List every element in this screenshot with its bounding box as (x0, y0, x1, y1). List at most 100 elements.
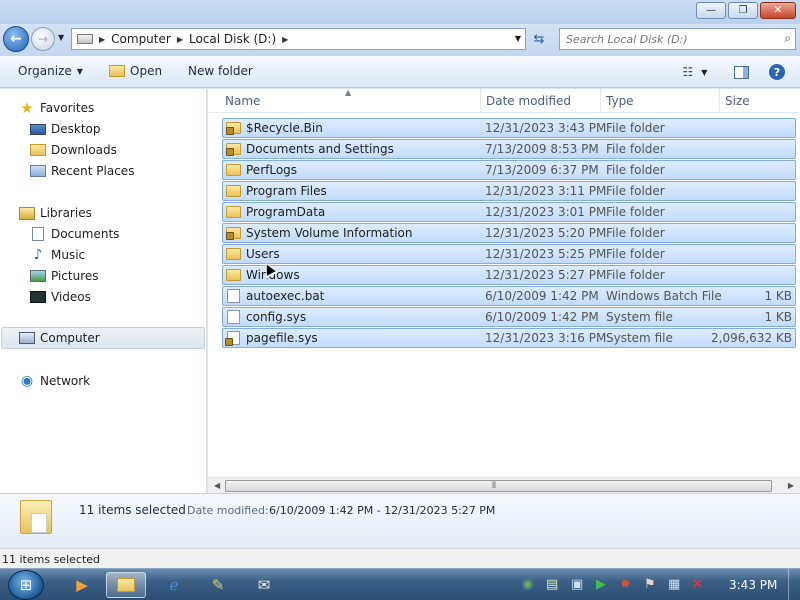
address-row: ← → ▼ ▶ Computer ▶ Local Disk (D:) ▶ ▼ ⇆… (0, 24, 800, 56)
network-tray-icon[interactable]: ◉ (522, 577, 533, 592)
address-bar[interactable]: ▶ Computer ▶ Local Disk (D:) ▶ ▼ (71, 28, 526, 50)
column-name[interactable]: Name (225, 94, 260, 108)
display-tray-icon[interactable]: ▣ (571, 577, 583, 592)
libraries-icon (19, 206, 35, 220)
network-icon: ◉ (20, 373, 34, 389)
flag-tray-icon[interactable]: ⚑ (644, 577, 656, 592)
preview-pane-button[interactable] (731, 62, 751, 82)
windows-logo-icon: ⊞ (19, 576, 33, 594)
recent-pages-chevron-icon[interactable]: ▼ (58, 33, 64, 42)
column-divider[interactable] (600, 89, 601, 113)
file-row[interactable]: config.sys 6/10/2009 1:42 PM System file 1 … (222, 307, 796, 327)
file-row[interactable]: Program Files 12/31/2023 3:11 PM File fold… (222, 181, 796, 201)
sidebar-item-desktop[interactable]: Desktop (30, 120, 101, 138)
sidebar-item-recent-places[interactable]: Recent Places (30, 162, 134, 180)
file-row[interactable]: PerfLogs 7/13/2009 6:37 PM File folder (222, 160, 796, 180)
show-desktop-button[interactable] (788, 569, 800, 600)
open-label: Open (130, 64, 163, 78)
sort-ascending-icon: ▲ (345, 88, 352, 97)
column-type[interactable]: Type (606, 94, 634, 108)
sidebar-libraries[interactable]: Libraries (19, 204, 92, 222)
star-icon: ★ (20, 99, 34, 117)
change-view-button[interactable]: ☷ ▼ (676, 62, 714, 82)
file-icon (227, 310, 240, 324)
play-tray-icon[interactable]: ▶ (596, 577, 606, 592)
refresh-icon[interactable]: ⇆ (528, 28, 550, 50)
sidebar-item-computer[interactable]: Computer (19, 329, 100, 347)
paint-taskbar-icon[interactable]: ✎ (198, 572, 238, 598)
sidebar-item-videos[interactable]: Videos (30, 288, 91, 306)
file-row[interactable]: Users 12/31/2023 5:25 PM File folder (222, 244, 796, 264)
file-row[interactable]: pagefile.sys 12/31/2023 3:16 PM System fil… (222, 328, 796, 348)
utility-taskbar-icon[interactable]: ✉ (244, 572, 284, 598)
sidebar-item-network[interactable]: ◉ Network (19, 372, 90, 390)
breadcrumb-chevron-icon[interactable]: ▶ (177, 35, 183, 44)
scroll-thumb[interactable]: ⦀ (225, 480, 772, 492)
file-row[interactable]: Documents and Settings 7/13/2009 8:53 PM F… (222, 139, 796, 159)
taskbar: ⊞ ▶ ℯ ✎ ✉ ◉ ▤ ▣ ▶ ✹ ⚑ ▦ ✕ 3:43 PM (0, 568, 800, 600)
title-bar: — ❐ ✕ (0, 0, 800, 24)
search-input[interactable] (566, 29, 771, 49)
start-button[interactable]: ⊞ (8, 570, 44, 600)
breadcrumb-computer[interactable]: Computer (111, 32, 171, 46)
forward-button[interactable]: → (31, 27, 55, 51)
media-player-taskbar-icon[interactable]: ▶ (62, 572, 102, 598)
file-name: System Volume Information (246, 226, 413, 240)
volume-muted-tray-icon[interactable]: ✕ (692, 577, 703, 592)
file-row[interactable]: System Volume Information 12/31/2023 5:20… (222, 223, 796, 243)
horizontal-scrollbar[interactable]: ◀ ⦀ ▶ (208, 477, 800, 494)
breadcrumb-local-disk[interactable]: Local Disk (D:) (189, 32, 276, 46)
file-name: ProgramData (246, 205, 326, 219)
file-row[interactable]: autoexec.bat 6/10/2009 1:42 PM Windows Bat… (222, 286, 796, 306)
sidebar-item-downloads[interactable]: Downloads (30, 141, 117, 159)
breadcrumb-chevron-icon[interactable]: ▶ (99, 35, 105, 44)
column-date-modified[interactable]: Date modified (486, 94, 571, 108)
close-button[interactable]: ✕ (760, 2, 796, 19)
sidebar-label: Downloads (51, 143, 117, 157)
organize-button[interactable]: Organize ▼ (18, 64, 83, 78)
folder-icon (226, 122, 241, 135)
security-tray-icon[interactable]: ✹ (620, 577, 631, 592)
back-button[interactable]: ← (3, 26, 29, 52)
command-bar: Organize ▼ Open New folder ☷ ▼ ? (0, 56, 800, 88)
folder-icon (226, 227, 241, 240)
printer-tray-icon[interactable]: ▦ (668, 577, 680, 592)
sidebar-label: Recent Places (51, 164, 135, 178)
new-folder-button[interactable]: New folder (188, 64, 253, 78)
sidebar-item-music[interactable]: ♪ Music (30, 246, 86, 264)
sidebar-item-pictures[interactable]: Pictures (30, 267, 99, 285)
column-divider[interactable] (719, 89, 720, 113)
file-row[interactable]: $Recycle.Bin 12/31/2023 3:43 PM File folde… (222, 118, 796, 138)
file-date: 12/31/2023 5:20 PM (485, 226, 607, 240)
scroll-left-icon[interactable]: ◀ (214, 481, 220, 490)
sidebar-favorites[interactable]: ★ Favorites (19, 99, 94, 117)
minimize-button[interactable]: — (696, 2, 726, 19)
file-type: File folder (606, 142, 665, 156)
open-button[interactable]: Open (109, 64, 162, 78)
file-row[interactable]: Windows 12/31/2023 5:27 PM File folder (222, 265, 796, 285)
column-size[interactable]: Size (725, 94, 750, 108)
internet-explorer-taskbar-icon[interactable]: ℯ (154, 572, 194, 598)
file-name: Users (246, 247, 280, 261)
file-size: 2,096,632 KB (711, 331, 792, 345)
file-name: Documents and Settings (246, 142, 394, 156)
sidebar-item-documents[interactable]: Documents (30, 225, 119, 243)
sidebar-label: Network (40, 374, 91, 388)
sidebar-label: Pictures (51, 269, 99, 283)
explorer-taskbar-icon[interactable] (106, 572, 146, 598)
address-dropdown-icon[interactable]: ▼ (515, 34, 521, 43)
help-button[interactable]: ? (767, 62, 787, 82)
sidebar-label: Computer (40, 331, 100, 345)
tools-tray-icon[interactable]: ▤ (546, 577, 558, 592)
file-row[interactable]: ProgramData 12/31/2023 3:01 PM File folder (222, 202, 796, 222)
file-list: ▲ Name Date modified Type Size $Recycle.… (208, 88, 800, 493)
scroll-right-icon[interactable]: ▶ (788, 481, 794, 490)
search-icon[interactable]: ⌕ (784, 31, 791, 46)
breadcrumb-chevron-icon[interactable]: ▶ (282, 35, 288, 44)
clock[interactable]: 3:43 PM (729, 578, 777, 592)
column-divider[interactable] (480, 89, 481, 113)
file-date: 6/10/2009 1:42 PM (485, 310, 599, 324)
file-type: System file (606, 331, 673, 345)
maximize-button[interactable]: ❐ (728, 2, 758, 19)
search-box[interactable]: ⌕ (559, 28, 796, 50)
